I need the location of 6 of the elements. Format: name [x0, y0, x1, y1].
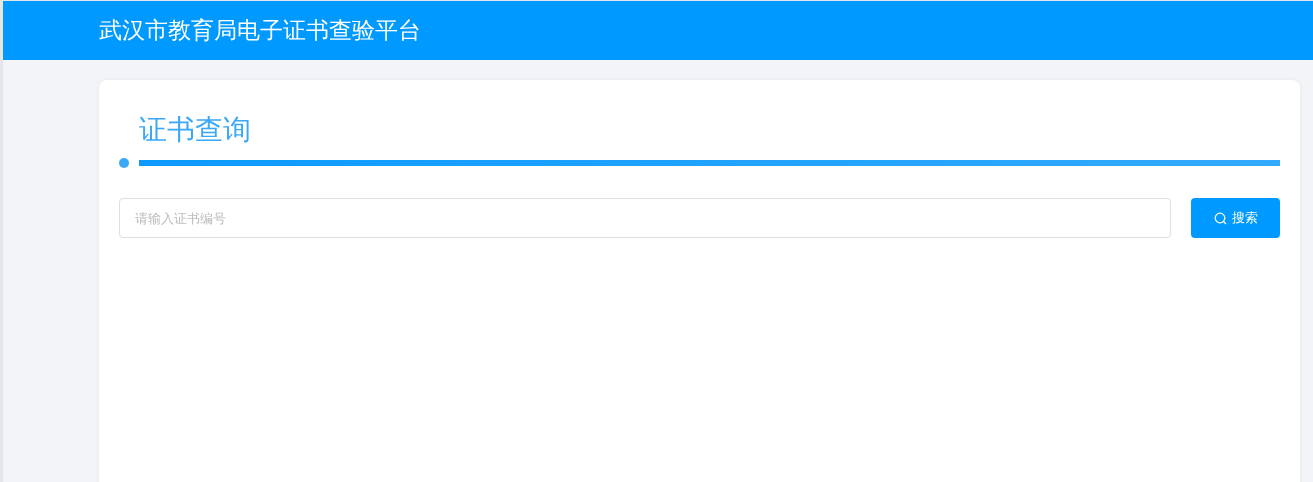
dot-icon	[119, 158, 129, 168]
search-icon	[1213, 211, 1227, 225]
search-button[interactable]: 搜索	[1191, 198, 1280, 238]
certificate-number-field[interactable]: 请输入证书编号	[119, 198, 1171, 238]
site-title: 武汉市教育局电子证书查验平台	[99, 17, 421, 43]
panel-title: 证书查询	[138, 112, 252, 148]
